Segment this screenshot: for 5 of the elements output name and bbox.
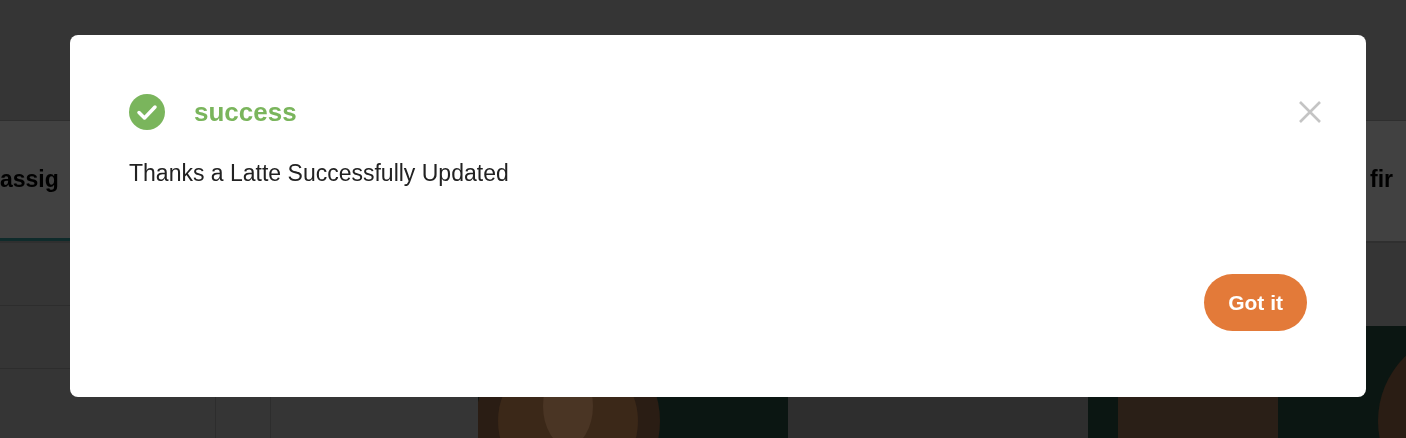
got-it-button[interactable]: Got it xyxy=(1204,274,1307,331)
close-icon[interactable] xyxy=(1298,100,1322,124)
tab[interactable]: fir xyxy=(1370,121,1406,241)
dialog-title: success xyxy=(194,96,297,128)
dialog-message: Thanks a Latte Successfully Updated xyxy=(129,160,510,187)
